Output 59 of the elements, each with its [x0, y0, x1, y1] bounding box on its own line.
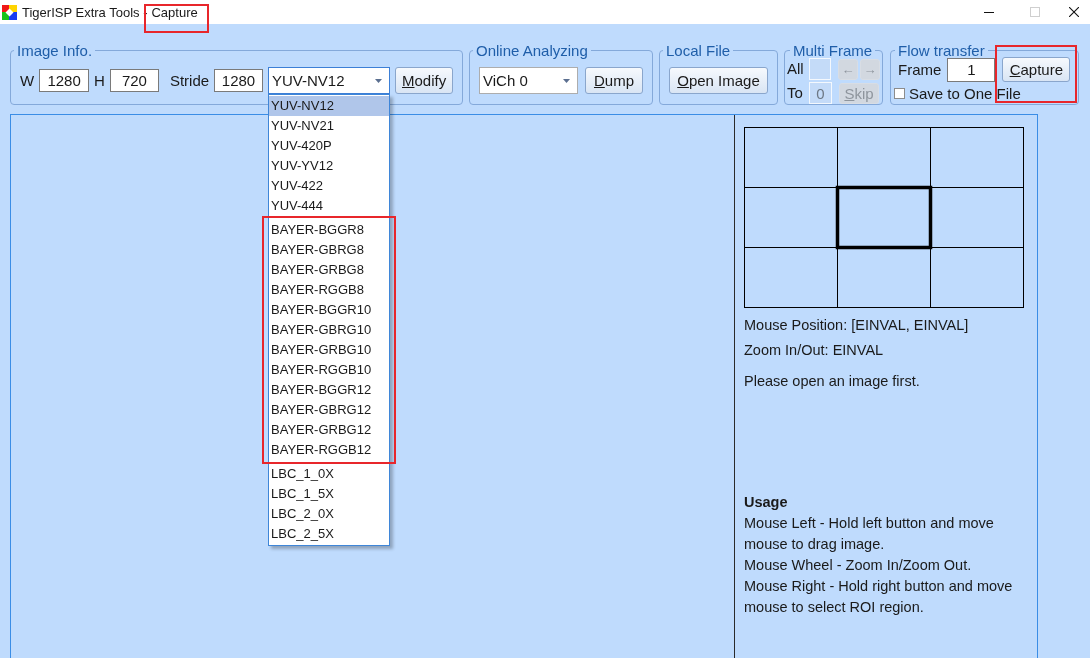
group-title: Local File	[665, 42, 732, 59]
close-icon	[1069, 7, 1079, 17]
dropdown-option[interactable]: BAYER-BGGR10	[269, 300, 389, 320]
window-title: TigerISP Extra Tools -	[22, 4, 148, 20]
dropdown-option[interactable]: YUV-420P	[269, 136, 389, 156]
field-label: Stride	[169, 71, 210, 90]
dropdown-option[interactable]: YUV-NV12	[269, 96, 389, 116]
field-label: To	[787, 84, 804, 102]
modify-button[interactable]: Modify	[395, 67, 453, 94]
dropdown-option[interactable]: LBC_1_0X	[269, 464, 389, 484]
caret-icon	[375, 78, 382, 83]
dropdown-option[interactable]: BAYER-GBRG8	[269, 240, 389, 260]
usage-line: Mouse Wheel - Zoom In/Zoom Out.	[744, 556, 973, 575]
caret-icon	[563, 78, 570, 83]
dropdown-option[interactable]: BAYER-GBRG12	[269, 400, 389, 420]
dropdown-option[interactable]: YUV-NV21	[269, 116, 389, 136]
dropdown-option[interactable]: YUV-422	[269, 176, 389, 196]
group-title: Multi Frame	[792, 42, 874, 59]
group-title: Online Analyzing	[475, 42, 589, 59]
dropdown-option[interactable]: BAYER-GRBG8	[269, 260, 389, 280]
dropdown-option[interactable]: BAYER-BGGR12	[269, 380, 389, 400]
status-message: Please open an image first.	[744, 372, 921, 391]
format-dropdown[interactable]: YUV-NV12	[268, 67, 390, 94]
zoom-level-text: Zoom In/Out: EINVAL	[744, 341, 885, 360]
capture-button[interactable]: Capture	[1002, 57, 1071, 82]
dropdown-option[interactable]: BAYER-RGGB12	[269, 440, 389, 460]
width-input[interactable]: 1280	[39, 69, 90, 92]
open-image-button[interactable]: Open Image	[669, 67, 768, 94]
dump-button[interactable]: Dump	[585, 67, 643, 94]
dropdown-option[interactable]: YUV-444	[269, 196, 389, 216]
dropdown-option[interactable]: BAYER-GBRG10	[269, 320, 389, 340]
dropdown-option[interactable]: LBC_2_5X	[269, 524, 389, 544]
usage-line: Mouse Right - Hold right button and move mouse to select ROI region.	[744, 577, 1014, 617]
height-input[interactable]: 720	[109, 69, 159, 92]
channel-dropdown[interactable]: ViCh 0	[479, 67, 578, 94]
field-label: H	[94, 71, 105, 90]
dropdown-option[interactable]: LBC_2_0X	[269, 504, 389, 524]
field-label: W	[20, 71, 35, 90]
dropdown-option[interactable]: BAYER-RGGB10	[269, 360, 389, 380]
frame-input[interactable]: 1	[947, 57, 996, 82]
checkbox[interactable]	[894, 88, 905, 99]
dropdown-option[interactable]: BAYER-RGGB8	[269, 280, 389, 300]
dropdown-option[interactable]: LBC_1_5X	[269, 484, 389, 504]
group-title: Flow transfer	[897, 42, 986, 59]
group-title: Image Info.	[16, 42, 94, 59]
dropdown-option[interactable]: BAYER-BGGR8	[269, 220, 389, 240]
usage-title: Usage	[744, 493, 789, 512]
checkbox-label: Save to One File	[909, 85, 1021, 102]
field-label: Frame	[898, 60, 942, 79]
dropdown-option[interactable]: BAYER-GRBG10	[269, 340, 389, 360]
mouse-position-text: Mouse Position: [EINVAL, EINVAL]	[744, 316, 970, 335]
field-label: All	[787, 60, 805, 78]
window-subtitle: Capture	[151, 4, 198, 20]
dropdown-option[interactable]: YUV-YV12	[269, 156, 389, 176]
minimize-icon	[984, 11, 994, 13]
maximize-icon	[1030, 7, 1040, 17]
usage-line: Mouse Left - Hold left button and move mouse to drag image.	[744, 514, 995, 554]
dropdown-option[interactable]: BAYER-GRBG12	[269, 420, 389, 440]
stride-input[interactable]: 1280	[214, 69, 263, 92]
